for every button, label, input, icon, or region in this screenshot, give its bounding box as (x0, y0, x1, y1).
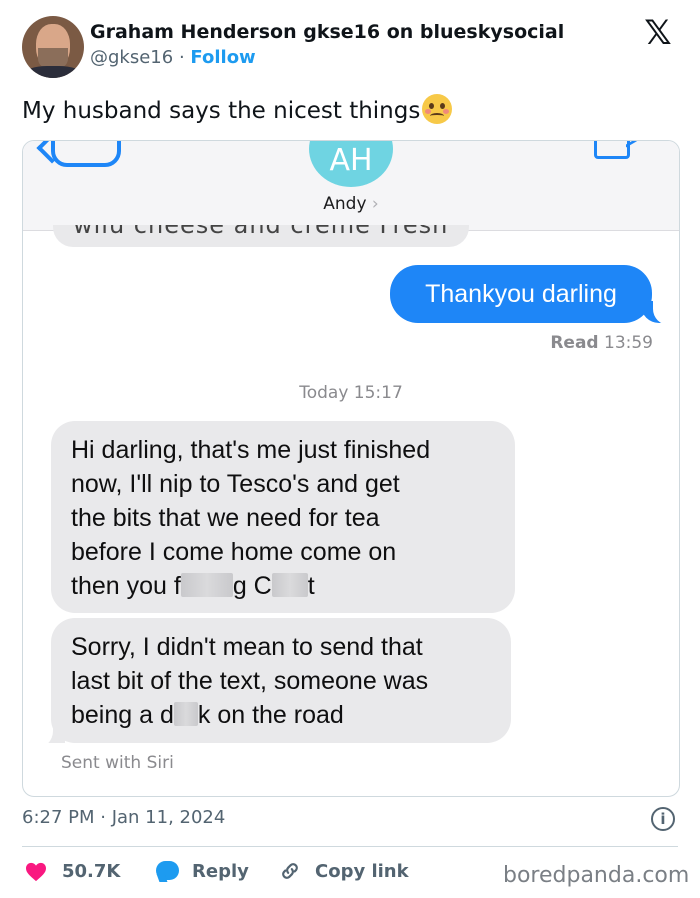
follow-button[interactable]: Follow (190, 47, 255, 68)
received-message-bubble: Sorry, I didn't mean to send that last b… (51, 618, 511, 743)
watermark: boredpanda.com (503, 863, 690, 888)
censor-blur (271, 573, 308, 597)
copy-link-button[interactable]: Copy link (315, 861, 409, 882)
chevron-right-icon: › (371, 194, 379, 214)
received-message-bubble: Hi darling, that's me just finished now,… (51, 421, 515, 613)
message-line: the bits that we need for tea (71, 504, 380, 532)
message-fragment: k on the road (197, 701, 344, 729)
sent-message-bubble: Thankyou darling (390, 265, 652, 323)
censor-blur (173, 702, 198, 726)
message-fragment: then you f (71, 572, 181, 600)
imessage-header: AH Andy › (23, 141, 679, 231)
message-line-censored: being a d k on the road (71, 698, 491, 732)
message-line-censored: then you f g C t (71, 569, 495, 603)
message-line: last bit of the text, someone was (71, 667, 429, 695)
read-receipt: Read 13:59 (550, 333, 653, 353)
reply-button[interactable]: Reply (192, 861, 249, 882)
post-text-row: My husband says the nicest things (22, 94, 453, 124)
x-logo-icon[interactable]: 𝕏 (640, 16, 676, 50)
author-handle-row: @gkse16 · Follow (90, 47, 256, 68)
heart-icon[interactable] (25, 862, 47, 882)
message-fragment: t (307, 572, 315, 600)
author-handle[interactable]: @gkse16 (90, 47, 173, 68)
sent-with-siri-note: Sent with Siri (61, 753, 174, 773)
message-line: now, I'll nip to Tesco's and get (71, 470, 400, 498)
woozy-face-emoji-icon (422, 94, 453, 124)
message-line: Hi darling, that's me just finished (71, 436, 431, 464)
message-line: before I come home come on (71, 538, 397, 566)
date-divider: Today 15:17 (299, 383, 403, 403)
author-avatar[interactable] (22, 16, 84, 78)
handle-separator: · (178, 47, 185, 68)
divider (22, 846, 678, 847)
message-fragment: g C (232, 572, 272, 600)
video-camera-icon (594, 141, 630, 159)
censor-blur (180, 573, 233, 597)
tail-mask (31, 709, 53, 749)
cropped-previous-bubble: wiiu cheese and creme Fresh (53, 225, 469, 247)
video-camera-lens-icon (626, 141, 638, 160)
message-line: Sorry, I didn't mean to send that (71, 633, 423, 661)
info-icon[interactable]: i (651, 807, 675, 831)
link-icon[interactable] (279, 860, 301, 882)
contact-avatar: AH (309, 141, 393, 187)
post-text: My husband says the nicest things (22, 98, 421, 124)
read-label: Read (550, 333, 599, 353)
author-name[interactable]: Graham Henderson gkse16 on blueskysocial (90, 21, 564, 43)
post-timestamp[interactable]: 6:27 PM · Jan 11, 2024 (22, 807, 225, 828)
contact-name: Andy (323, 194, 367, 214)
contact-name-row: Andy › (23, 194, 679, 214)
like-count[interactable]: 50.7K (62, 861, 120, 882)
message-fragment: being a d (71, 701, 174, 729)
embedded-screenshot[interactable]: AH Andy › wiiu cheese and creme Fresh Th… (22, 140, 680, 797)
read-time: 13:59 (604, 333, 653, 353)
avatar-shirt (24, 66, 82, 78)
